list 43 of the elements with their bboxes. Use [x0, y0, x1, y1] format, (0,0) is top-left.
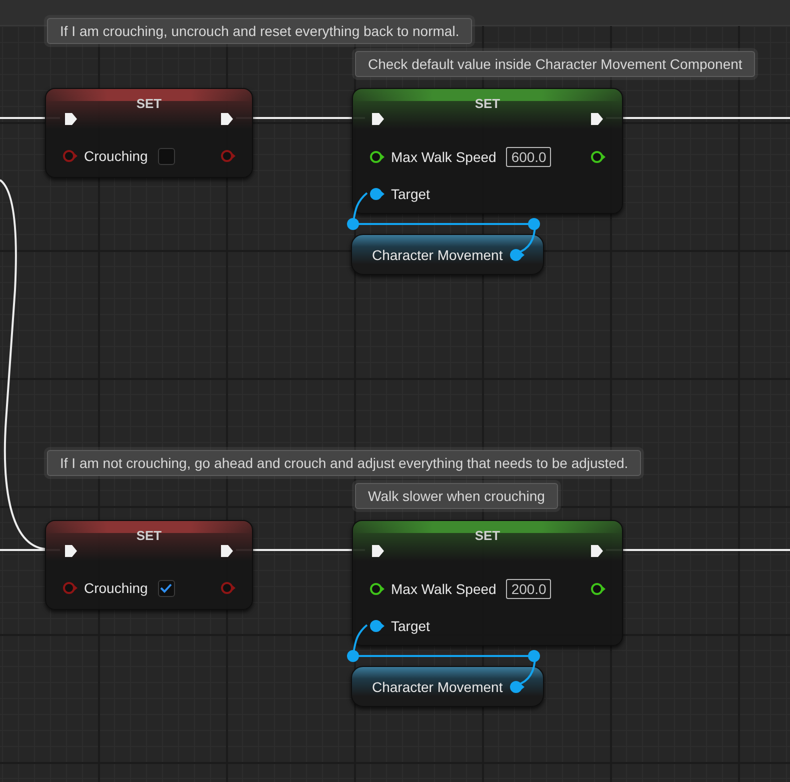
exec-pin-icon[interactable] [64, 544, 78, 558]
pin-icon[interactable] [369, 150, 385, 164]
set-node[interactable]: SET Max Walk Speed 600.0 Target [352, 88, 623, 214]
node-label: Character Movement [372, 246, 503, 262]
exec-pin-icon[interactable] [590, 112, 604, 126]
node-title: SET [474, 97, 500, 111]
pin-icon[interactable] [508, 248, 525, 262]
pin-label: Max Walk Speed [391, 581, 496, 597]
exec-pin-icon[interactable] [64, 112, 78, 126]
pin-icon[interactable] [590, 150, 606, 164]
pin-icon[interactable] [369, 582, 385, 596]
pin-icon[interactable] [369, 619, 385, 633]
node-title: SET [136, 97, 162, 111]
exec-pin-icon[interactable] [371, 544, 385, 558]
exec-pin-icon[interactable] [220, 544, 234, 558]
node-label: Character Movement [372, 678, 503, 694]
pin-icon[interactable] [508, 680, 525, 694]
pin-label: Crouching [84, 580, 148, 596]
exec-pin-icon[interactable] [220, 112, 234, 126]
comment-bubble: If I am crouching, uncrouch and reset everything back to normal. [47, 18, 472, 44]
comment-bubble: Walk slower when crouching [355, 483, 558, 509]
set-node[interactable]: SET Crouching [45, 88, 253, 178]
comment-bubble: If I am not crouching, go ahead and crouch and adjust everything that needs to be adjusted. [47, 450, 642, 476]
component-node[interactable]: Character Movement [351, 666, 544, 707]
value-field[interactable]: 600.0 [506, 147, 552, 167]
set-node[interactable]: SET Max Walk Speed 200.0 Target [352, 520, 623, 646]
pin-label: Crouching [84, 148, 148, 164]
node-title: SET [136, 529, 162, 543]
set-node[interactable]: SET Crouching [45, 520, 253, 610]
check-icon [160, 583, 172, 593]
exec-pin-icon[interactable] [590, 544, 604, 558]
pin-icon[interactable] [369, 187, 385, 201]
comment-bubble: Check default value inside Character Movement Component [355, 51, 756, 77]
pin-label: Target [391, 618, 430, 634]
checkbox[interactable] [158, 580, 175, 596]
exec-pin-icon[interactable] [371, 112, 385, 126]
pin-label: Max Walk Speed [391, 149, 496, 165]
pin-icon[interactable] [590, 582, 606, 596]
pin-label: Target [391, 186, 430, 202]
value-field[interactable]: 200.0 [506, 579, 552, 599]
checkbox[interactable] [158, 148, 175, 164]
component-node[interactable]: Character Movement [351, 234, 544, 275]
node-title: SET [474, 529, 500, 543]
